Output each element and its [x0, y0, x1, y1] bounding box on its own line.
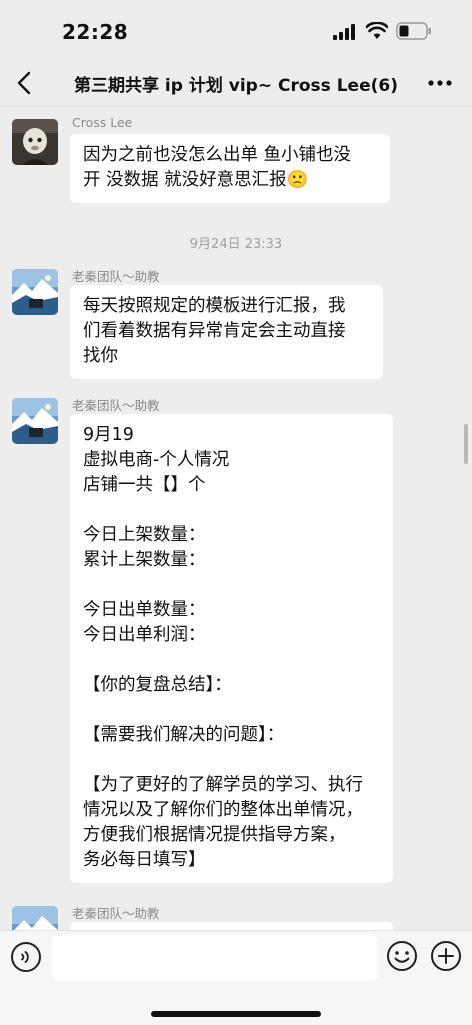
- status-time: 22:28: [62, 20, 129, 44]
- avatar-assistant[interactable]: [12, 906, 58, 930]
- message-text-line: [83, 573, 380, 598]
- sender-name: Cross Lee: [72, 115, 133, 130]
- cellular-signal-icon: [333, 24, 355, 40]
- message-text-line: 情况以及了解你们的整体出单情况，: [83, 800, 363, 820]
- back-chevron-icon[interactable]: [14, 70, 36, 96]
- message-text-line: [83, 748, 380, 773]
- message-text-line: [83, 698, 380, 723]
- chat-scrollbar[interactable]: [464, 424, 468, 464]
- avatar-assistant[interactable]: [12, 398, 58, 444]
- message-bubble[interactable]: 9月19 虚拟电商-个人情况 店铺一共【】个 今日上架数量： 累计上架数量： 今…: [70, 414, 393, 883]
- message-bubble[interactable]: [70, 922, 393, 930]
- message-text-line: 务必每日填写】: [83, 850, 206, 870]
- input-bar: [0, 930, 472, 1025]
- message-text-line: 【为了更好的了解学员的学习、执行: [83, 775, 363, 795]
- wifi-icon: [366, 22, 388, 39]
- message-text-line: 虚拟电商-个人情况: [83, 450, 230, 470]
- message-text-line: 【需要我们解决的问题】：: [83, 725, 285, 745]
- message-text-line: 店铺一共【】个: [83, 475, 206, 495]
- message-text-line: [83, 648, 380, 673]
- plus-icon[interactable]: [430, 940, 462, 972]
- emoji-icon[interactable]: [386, 940, 418, 972]
- message-text-line: 今日上架数量：: [83, 525, 206, 545]
- message-input[interactable]: [52, 935, 378, 981]
- message-text-line: 每天按照规定的模板进行汇报，我: [83, 296, 346, 316]
- avatar-assistant[interactable]: [12, 269, 58, 315]
- message-text-line: 开 没数据 就没好意思汇报🙁: [83, 170, 309, 190]
- chat-title: 第三期共享 ip 计划 vip~ Cross Lee(6): [74, 76, 398, 96]
- chat-message-list[interactable]: Cross Lee 因为之前也没怎么出单 鱼小铺也没 开 没数据 就没好意思汇报…: [0, 107, 472, 930]
- message-text-line: 因为之前也没怎么出单 鱼小铺也没: [83, 145, 352, 165]
- message-text-line: 今日出单利润：: [83, 625, 206, 645]
- message-text-line: 【你的复盘总结】：: [83, 675, 232, 695]
- message-text-line: 9月19: [83, 425, 134, 445]
- message-text-line: 累计上架数量：: [83, 550, 206, 570]
- sender-name: 老秦团队～助教: [72, 398, 160, 413]
- chat-timestamp: 9月24日 23:33: [189, 237, 283, 252]
- avatar-cross-lee[interactable]: [12, 119, 58, 165]
- voice-icon: [21, 951, 29, 963]
- message-text-line: 方便我们根据情况提供指导方案，: [83, 825, 346, 845]
- sender-name: 老秦团队～助教: [72, 906, 160, 921]
- more-options-icon[interactable]: [426, 71, 454, 95]
- message-bubble[interactable]: 每天按照规定的模板进行汇报，我 们看着数据有异常肯定会主动直接 找你: [70, 285, 383, 379]
- status-bar: 22:28: [0, 0, 472, 60]
- message-text-line: [83, 498, 380, 523]
- message-text-line: 们看着数据有异常肯定会主动直接: [83, 321, 346, 341]
- voice-input-button[interactable]: [11, 942, 41, 972]
- sender-name: 老秦团队～助教: [72, 269, 160, 284]
- chat-header: 第三期共享 ip 计划 vip~ Cross Lee(6): [0, 60, 472, 107]
- battery-icon: [396, 22, 431, 40]
- message-bubble[interactable]: 因为之前也没怎么出单 鱼小铺也没 开 没数据 就没好意思汇报🙁: [70, 134, 390, 203]
- home-indicator: [151, 1011, 321, 1017]
- message-text-line: 今日出单数量：: [83, 600, 206, 620]
- message-text-line: 找你: [83, 346, 118, 366]
